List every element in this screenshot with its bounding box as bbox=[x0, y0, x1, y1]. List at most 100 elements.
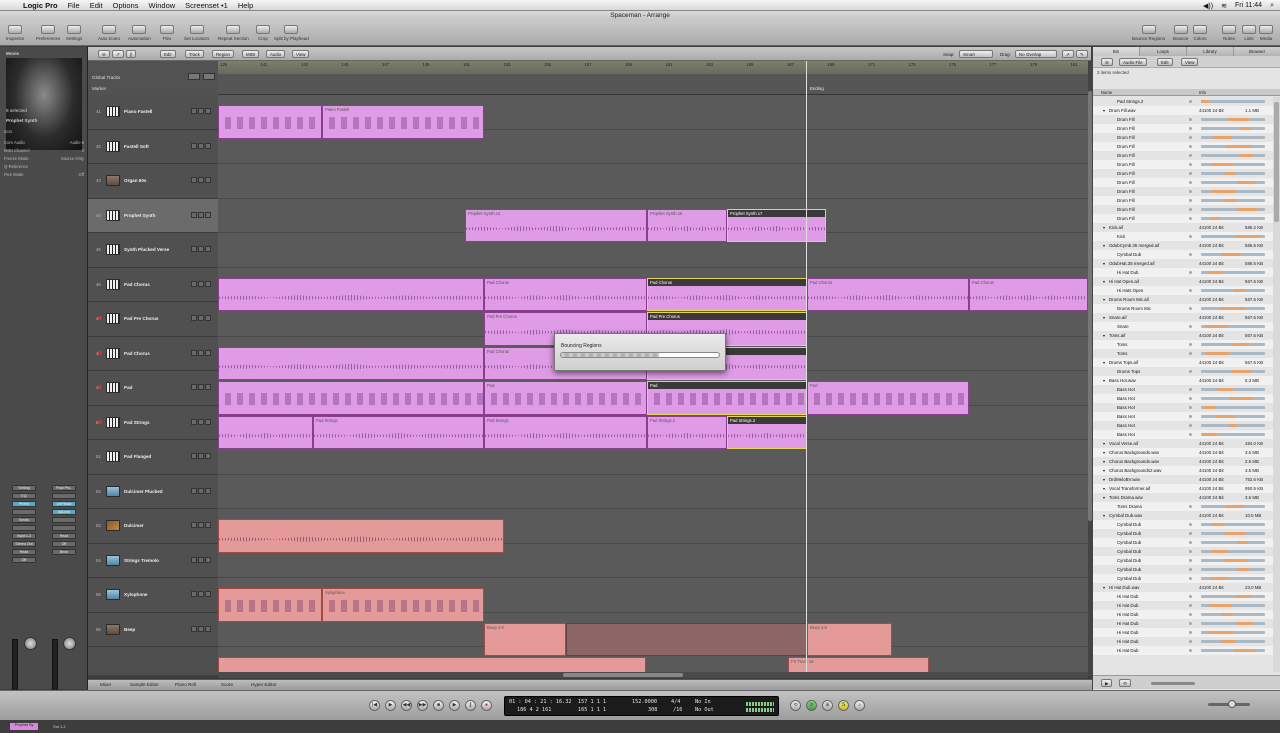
mute-button[interactable] bbox=[191, 211, 197, 218]
region[interactable]: Pad Chorus bbox=[807, 277, 969, 311]
movie-header[interactable]: Movie bbox=[6, 51, 19, 56]
bin-scroll-thumb[interactable] bbox=[1274, 102, 1279, 222]
disclosure-triangle-icon[interactable]: ▾ bbox=[1103, 108, 1105, 113]
bin-menu-view[interactable]: View bbox=[1181, 58, 1199, 66]
audio-region-row[interactable]: Bass Hot bbox=[1093, 385, 1273, 394]
audio-region-row[interactable]: Hi Hat Dub bbox=[1093, 601, 1273, 610]
solo-button[interactable] bbox=[198, 487, 204, 494]
arrange-link-button[interactable]: ⊘ bbox=[98, 50, 110, 58]
track-name[interactable]: Beep bbox=[124, 627, 135, 632]
region[interactable]: Pad bbox=[807, 381, 969, 415]
audio-region-row[interactable]: Drum Fill bbox=[1093, 178, 1273, 187]
record-enable-icon[interactable] bbox=[98, 316, 102, 320]
disclosure-triangle-icon[interactable]: ▾ bbox=[1103, 513, 1105, 518]
track-header[interactable]: 45 Synth Plucked Verse bbox=[88, 233, 218, 268]
audio-region-row[interactable]: Hi Hat Dub bbox=[1093, 619, 1273, 628]
punch-icon[interactable]: ⊞ bbox=[822, 700, 833, 711]
tab-sample-editor[interactable]: Sample Editor bbox=[130, 682, 159, 687]
strip-send-slot[interactable] bbox=[12, 525, 36, 531]
region[interactable]: Pad Chorus bbox=[484, 277, 647, 311]
tab-loops[interactable]: Loops bbox=[1140, 47, 1187, 56]
region[interactable]: Beep 4.9 bbox=[484, 622, 566, 656]
track-header[interactable]: 54 Strings Tremolo bbox=[88, 543, 218, 578]
param-icon[interactable]: Icon bbox=[4, 129, 84, 134]
play-from-selection-icon[interactable]: ▶ bbox=[385, 700, 396, 711]
arrange-menu-track[interactable]: Track bbox=[185, 50, 204, 58]
solo-button[interactable] bbox=[198, 625, 204, 632]
solo-button[interactable] bbox=[198, 246, 204, 252]
audio-region-row[interactable]: Toms bbox=[1093, 340, 1273, 349]
audio-region-row[interactable]: Cymbal Dub bbox=[1093, 574, 1273, 583]
record-enable-icon[interactable] bbox=[98, 419, 102, 424]
tab-browser[interactable]: Browser bbox=[1234, 47, 1280, 56]
solo-button[interactable] bbox=[198, 556, 204, 563]
wifi-icon[interactable]: ≋ bbox=[1221, 2, 1227, 10]
solo-button[interactable] bbox=[198, 453, 204, 459]
audio-file-row[interactable]: Chorus Backgrounds2.wav ▾ 44100 24 Bit 3.5 … bbox=[1093, 466, 1273, 475]
mute-button[interactable] bbox=[191, 384, 197, 390]
disclosure-triangle-icon[interactable]: ▾ bbox=[1103, 279, 1105, 284]
disclosure-triangle-icon[interactable]: ▾ bbox=[1103, 243, 1105, 248]
region[interactable] bbox=[218, 519, 504, 553]
track-header[interactable]: 46 Pad Chorus bbox=[88, 267, 218, 302]
audio-region-row[interactable]: Bass Hot bbox=[1093, 421, 1273, 430]
audio-file-row[interactable]: Bass Hot.wav ▾ 44100 24 Bit 5.3 MB bbox=[1093, 376, 1273, 385]
audio-file-row[interactable]: DrdMeloBV.wav ▾ 44100 24 Bit 752.6 KB bbox=[1093, 475, 1273, 484]
region[interactable] bbox=[218, 346, 484, 380]
col-info[interactable]: Info bbox=[1199, 90, 1206, 95]
audio-file-row[interactable]: Toms Drama.wav ▾ 44100 24 Bit 3.6 MB bbox=[1093, 493, 1273, 502]
solo-button[interactable] bbox=[198, 522, 204, 528]
output-setting-button[interactable]: Final Pro.. bbox=[52, 485, 76, 491]
disclosure-triangle-icon[interactable]: ▾ bbox=[1103, 585, 1105, 590]
mute-button[interactable] bbox=[191, 315, 197, 321]
clock[interactable]: Fri 11:44 bbox=[1235, 2, 1262, 9]
arrange-menu-region[interactable]: Region bbox=[212, 50, 234, 58]
solo-icon[interactable]: S bbox=[838, 700, 849, 711]
playhead[interactable] bbox=[806, 61, 807, 676]
track-header[interactable]: 47Pad Pre Chorus bbox=[88, 302, 218, 337]
strip-eq-button[interactable]: EQ bbox=[12, 493, 36, 499]
volume-icon[interactable]: ◀)) bbox=[1203, 2, 1213, 10]
audio-region-row[interactable]: Cymbal Dub bbox=[1093, 547, 1273, 556]
audio-region-row[interactable]: Cymbal Dub bbox=[1093, 565, 1273, 574]
pause-icon[interactable]: ∥ bbox=[465, 700, 476, 711]
output-automation-button[interactable]: Read bbox=[52, 533, 76, 539]
record-button[interactable] bbox=[205, 384, 211, 390]
audio-region-row[interactable]: Drum Fill bbox=[1093, 151, 1273, 160]
audio-region-row[interactable]: Hi Hat Dub bbox=[1093, 637, 1273, 646]
arrange-menu-edit[interactable]: Edit bbox=[160, 50, 176, 58]
track-name[interactable]: Synth Plucked Verse bbox=[124, 247, 169, 252]
disclosure-triangle-icon[interactable]: ▾ bbox=[1103, 495, 1105, 500]
solo-button[interactable] bbox=[198, 108, 204, 114]
solo-button[interactable] bbox=[198, 591, 204, 597]
mute-button[interactable] bbox=[191, 522, 197, 528]
region[interactable] bbox=[218, 277, 484, 311]
menu-help[interactable]: Help bbox=[233, 1, 258, 10]
audio-region-row[interactable]: Hi Hat Dub bbox=[1093, 646, 1273, 655]
tab-mixer[interactable]: Mixer bbox=[100, 682, 111, 687]
audio-region-row[interactable]: Cymbal Dub bbox=[1093, 538, 1273, 547]
pencil-tool-icon[interactable]: ✎ bbox=[1076, 50, 1088, 58]
region[interactable]: Beep 4.9 bbox=[807, 622, 892, 656]
track-header[interactable]: 44 Prophet Synth bbox=[88, 198, 218, 233]
track-header[interactable]: 49Pad bbox=[88, 371, 218, 406]
strip-input-button[interactable]: Input 1-2 bbox=[12, 533, 36, 539]
mute-button[interactable] bbox=[191, 418, 197, 425]
region[interactable]: Pad Chorus bbox=[647, 277, 807, 311]
record-button[interactable] bbox=[205, 280, 211, 287]
audio-region-row[interactable]: Cymbal Dub bbox=[1093, 520, 1273, 529]
strip-automation-button[interactable]: Read bbox=[12, 549, 36, 555]
solo-button[interactable] bbox=[198, 177, 204, 183]
audio-region-row[interactable]: Bass Hot bbox=[1093, 412, 1273, 421]
solo-button[interactable] bbox=[198, 384, 204, 390]
disclosure-triangle-icon[interactable]: ▾ bbox=[1103, 468, 1105, 473]
audio-file-row[interactable]: Vocal Transformer.aif ▾ 44100 24 Bit 950.5 … bbox=[1093, 484, 1273, 493]
arrange-menu-view[interactable]: View bbox=[292, 50, 310, 58]
track-name[interactable]: Pad Strings bbox=[124, 420, 150, 425]
arrange-catch-button[interactable]: ↗ bbox=[112, 50, 124, 58]
audio-region-row[interactable]: Bass Hot bbox=[1093, 430, 1273, 439]
audio-file-row[interactable]: Kick.aif ▾ 44100 24 Bit 586.2 KB bbox=[1093, 223, 1273, 232]
snap-select[interactable]: Smart bbox=[959, 50, 993, 58]
audio-file-row[interactable]: Hi Hat Dub.wav ▾ 44100 24 Bit 23.0 MB bbox=[1093, 583, 1273, 592]
horizontal-scrollbar[interactable] bbox=[218, 672, 1088, 678]
